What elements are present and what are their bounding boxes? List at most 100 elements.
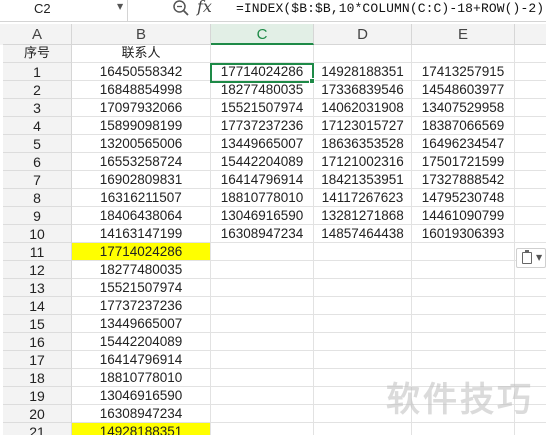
paste-options-button[interactable]: ▼ bbox=[516, 248, 546, 268]
cell-e[interactable] bbox=[412, 333, 515, 351]
cell-a[interactable]: 4 bbox=[3, 117, 72, 135]
cell-d[interactable] bbox=[314, 261, 412, 279]
cell-f[interactable] bbox=[515, 153, 546, 171]
cell-d[interactable]: 14857464438 bbox=[314, 225, 412, 243]
cell-c-header[interactable] bbox=[211, 45, 314, 63]
cell-f[interactable] bbox=[515, 63, 546, 81]
cell-e[interactable] bbox=[412, 243, 515, 261]
cell-f[interactable] bbox=[515, 351, 546, 369]
cell-d[interactable] bbox=[314, 333, 412, 351]
cell-a[interactable]: 6 bbox=[3, 153, 72, 171]
fx-icon[interactable]: fx bbox=[197, 0, 212, 16]
cell-a[interactable]: 12 bbox=[3, 261, 72, 279]
cell-d[interactable]: 14062031908 bbox=[314, 99, 412, 117]
cell-a[interactable]: 14 bbox=[3, 297, 72, 315]
cell-b[interactable]: 15899098199 bbox=[72, 117, 211, 135]
cell-c[interactable] bbox=[211, 423, 314, 435]
cell-f[interactable] bbox=[515, 189, 546, 207]
cell-d[interactable]: 17121002316 bbox=[314, 153, 412, 171]
cell-e[interactable]: 16496234547 bbox=[412, 135, 515, 153]
cell-e[interactable]: 17501721599 bbox=[412, 153, 515, 171]
cell-e[interactable] bbox=[412, 297, 515, 315]
cell-e-header[interactable] bbox=[412, 45, 515, 63]
cell-d[interactable]: 17123015727 bbox=[314, 117, 412, 135]
cell-c[interactable]: 18277480035 bbox=[211, 81, 314, 99]
cell-a[interactable]: 18 bbox=[3, 369, 72, 387]
cell-c[interactable] bbox=[211, 369, 314, 387]
formula-input[interactable]: =INDEX($B:$B,10*COLUMN(C:C)-18+ROW()-2) bbox=[236, 0, 544, 17]
cell-b[interactable]: 18406438064 bbox=[72, 207, 211, 225]
cell-e[interactable] bbox=[412, 315, 515, 333]
cell-e[interactable] bbox=[412, 351, 515, 369]
cell-d[interactable] bbox=[314, 423, 412, 435]
cell-b[interactable]: 16553258724 bbox=[72, 153, 211, 171]
cell-b[interactable]: 17097932066 bbox=[72, 99, 211, 117]
cell-c[interactable]: 17737237236 bbox=[211, 117, 314, 135]
cell-c[interactable]: 15521507974 bbox=[211, 99, 314, 117]
cell-e[interactable] bbox=[412, 261, 515, 279]
cell-c[interactable] bbox=[211, 261, 314, 279]
cell-a[interactable]: 9 bbox=[3, 207, 72, 225]
cell-c[interactable] bbox=[211, 315, 314, 333]
cell-c[interactable]: 16308947234 bbox=[211, 225, 314, 243]
cell-f[interactable] bbox=[515, 99, 546, 117]
cell-a[interactable]: 21 bbox=[3, 423, 72, 435]
cell-a[interactable]: 11 bbox=[3, 243, 72, 261]
column-header-b[interactable]: B bbox=[72, 24, 211, 45]
cell-b-header[interactable]: 联系人 bbox=[72, 45, 211, 63]
cell-b[interactable]: 17737237236 bbox=[72, 297, 211, 315]
cell-c[interactable]: 13046916590 bbox=[211, 207, 314, 225]
cell-d[interactable]: 14117267623 bbox=[314, 189, 412, 207]
cell-d[interactable]: 18636353528 bbox=[314, 135, 412, 153]
cell-f[interactable] bbox=[515, 225, 546, 243]
cell-c[interactable] bbox=[211, 297, 314, 315]
cell-d[interactable]: 17336839546 bbox=[314, 81, 412, 99]
cell-b[interactable]: 15521507974 bbox=[72, 279, 211, 297]
cell-b[interactable]: 13449665007 bbox=[72, 315, 211, 333]
cell-f[interactable] bbox=[515, 297, 546, 315]
cell-b[interactable]: 16414796914 bbox=[72, 351, 211, 369]
cell-f[interactable] bbox=[515, 81, 546, 99]
cell-a[interactable]: 16 bbox=[3, 333, 72, 351]
cell-a[interactable]: 1 bbox=[3, 63, 72, 81]
cell-e[interactable]: 18387066569 bbox=[412, 117, 515, 135]
cell-b[interactable]: 16848854998 bbox=[72, 81, 211, 99]
cell-c[interactable] bbox=[211, 333, 314, 351]
cell-c[interactable] bbox=[211, 387, 314, 405]
column-header-d[interactable]: D bbox=[314, 24, 412, 45]
cell-f[interactable] bbox=[515, 423, 546, 435]
cell-e[interactable]: 17327888542 bbox=[412, 171, 515, 189]
cell-f-header[interactable] bbox=[515, 45, 546, 63]
cell-c[interactable]: 16414796914 bbox=[211, 171, 314, 189]
cell-f[interactable] bbox=[515, 279, 546, 297]
name-box[interactable]: C2 ▼ bbox=[0, 0, 128, 21]
cell-b[interactable]: 16902809831 bbox=[72, 171, 211, 189]
cell-d[interactable] bbox=[314, 297, 412, 315]
cell-a[interactable]: 10 bbox=[3, 225, 72, 243]
cell-e[interactable] bbox=[412, 279, 515, 297]
cell-e[interactable]: 14548603977 bbox=[412, 81, 515, 99]
cell-e[interactable]: 14795230748 bbox=[412, 189, 515, 207]
cell-a[interactable]: 8 bbox=[3, 189, 72, 207]
cell-f[interactable] bbox=[515, 117, 546, 135]
cell-a[interactable]: 2 bbox=[3, 81, 72, 99]
cell-d[interactable] bbox=[314, 351, 412, 369]
cell-a[interactable]: 13 bbox=[3, 279, 72, 297]
chevron-down-icon[interactable]: ▼ bbox=[117, 0, 123, 14]
column-header-e[interactable]: E bbox=[412, 24, 515, 45]
cell-b[interactable]: 18810778010 bbox=[72, 369, 211, 387]
cell-e[interactable]: 14461090799 bbox=[412, 207, 515, 225]
cell-f[interactable] bbox=[515, 315, 546, 333]
cell-d[interactable] bbox=[314, 243, 412, 261]
cell-f[interactable] bbox=[515, 333, 546, 351]
cell-a[interactable]: 17 bbox=[3, 351, 72, 369]
cell-a[interactable]: 19 bbox=[3, 387, 72, 405]
cell-c[interactable]: 13449665007 bbox=[211, 135, 314, 153]
cell-e[interactable]: 16019306393 bbox=[412, 225, 515, 243]
cell-b[interactable]: 16308947234 bbox=[72, 405, 211, 423]
cell-b[interactable]: 16316211507 bbox=[72, 189, 211, 207]
cell-d[interactable]: 18421353951 bbox=[314, 171, 412, 189]
cell-a-header[interactable]: 序号 bbox=[3, 45, 72, 63]
cell-a[interactable]: 20 bbox=[3, 405, 72, 423]
cell-e[interactable] bbox=[412, 423, 515, 435]
